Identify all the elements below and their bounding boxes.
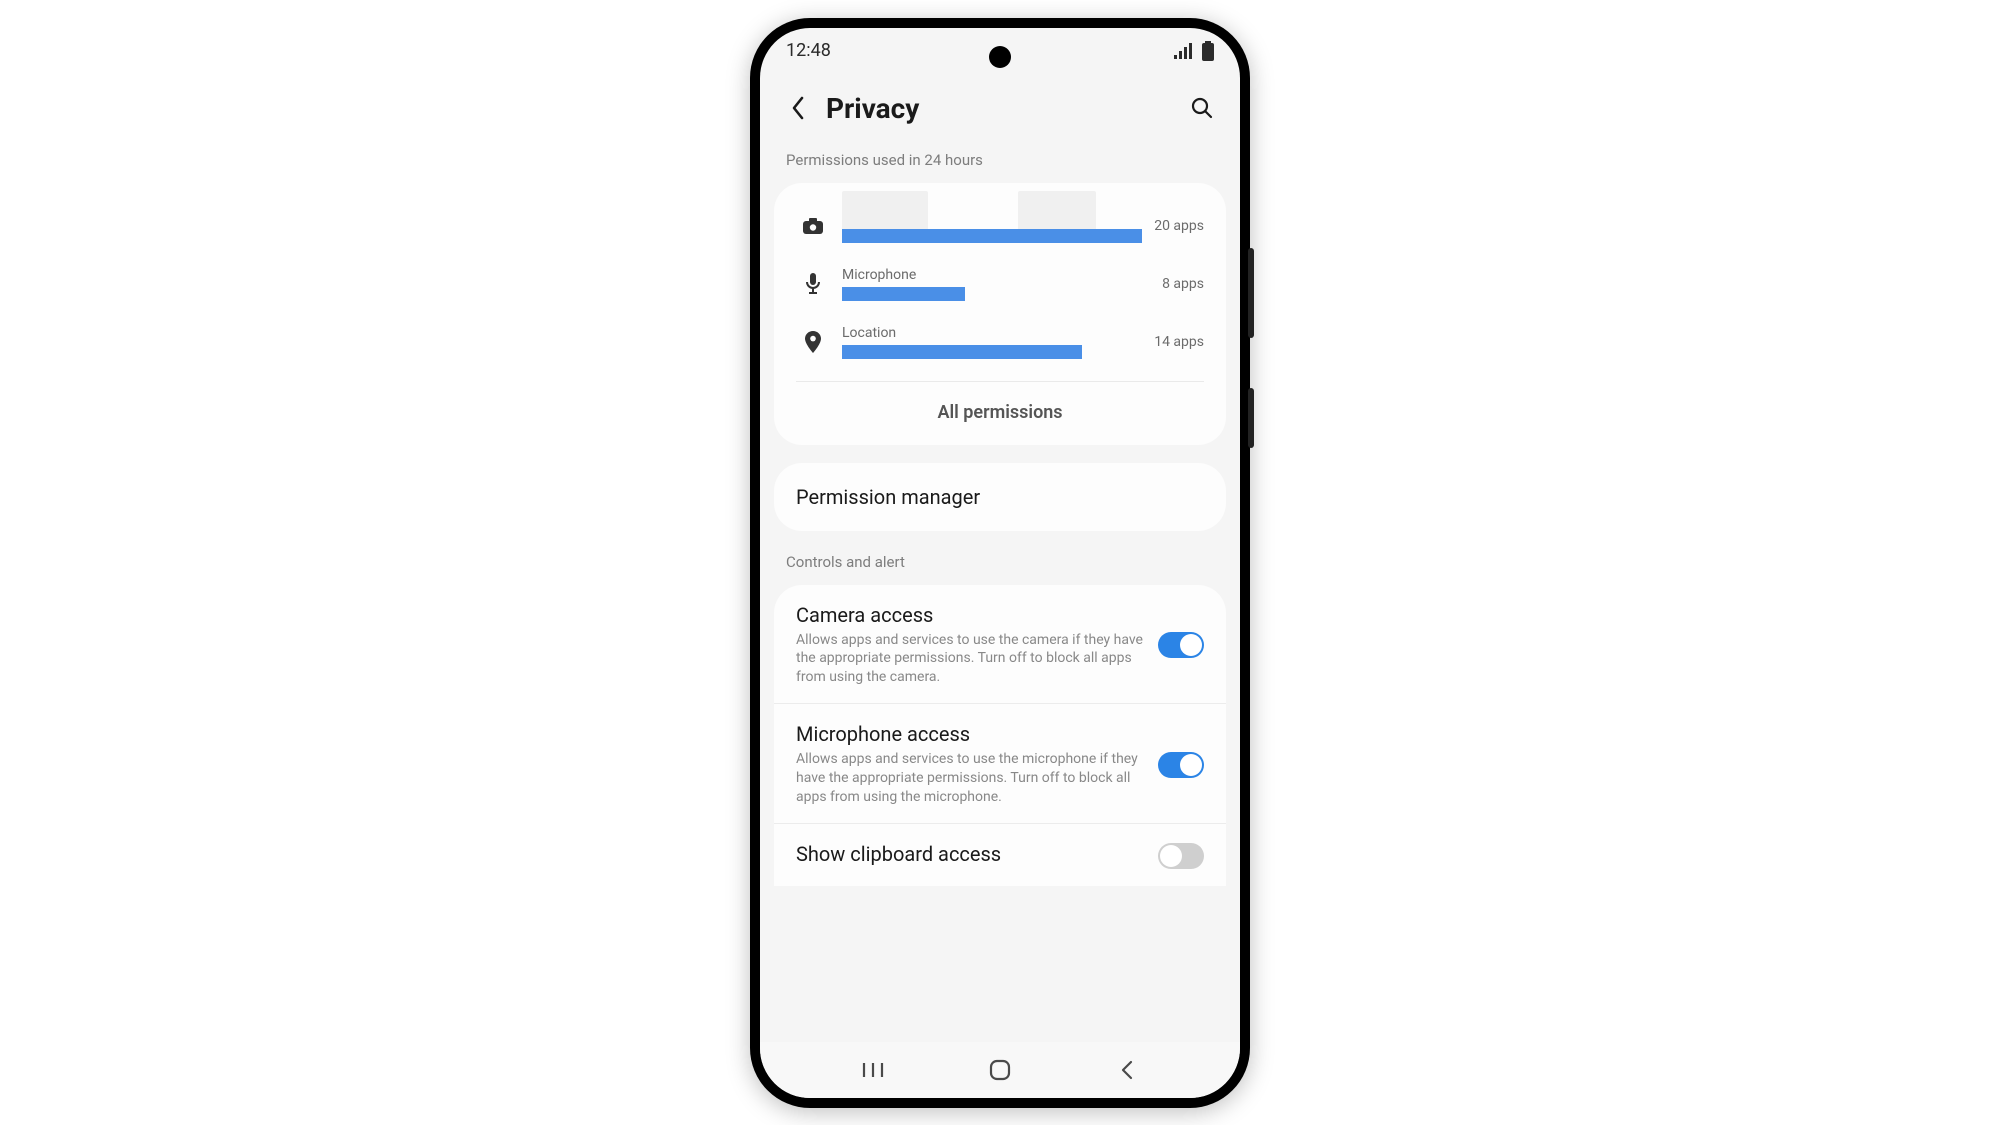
permission-row-camera[interactable]: Camera 20 apps xyxy=(774,199,1226,257)
battery-icon xyxy=(1202,41,1214,61)
toggle-microphone-access[interactable] xyxy=(1158,752,1204,778)
camera-icon xyxy=(796,218,830,234)
control-title: Microphone access xyxy=(796,722,1144,746)
nav-bar xyxy=(760,1042,1240,1098)
controls-label: Controls and alert xyxy=(760,549,1240,585)
signal-icon xyxy=(1174,43,1194,59)
control-desc: Allows apps and services to use the micr… xyxy=(796,750,1144,807)
camera-hole xyxy=(989,46,1011,68)
permission-name: Location xyxy=(842,325,1142,341)
screen: 12:48 Privacy xyxy=(760,28,1240,1098)
phone-frame: 12:48 Privacy xyxy=(750,18,1250,1108)
back-button[interactable] xyxy=(782,92,814,124)
clock: 12:48 xyxy=(786,40,831,61)
permission-manager-row[interactable]: Permission manager xyxy=(774,463,1226,531)
permission-count: 8 apps xyxy=(1162,276,1204,292)
controls-card: Camera access Allows apps and services t… xyxy=(774,585,1226,886)
control-row-clipboard-access[interactable]: Show clipboard access xyxy=(774,824,1226,886)
nav-home-button[interactable] xyxy=(980,1050,1020,1090)
content: Permissions used in 24 hours Camera xyxy=(760,147,1240,1039)
all-permissions-button[interactable]: All permissions xyxy=(774,382,1226,445)
power-button[interactable] xyxy=(1248,388,1254,448)
permission-bar xyxy=(842,287,965,301)
permission-name: Microphone xyxy=(842,267,1150,283)
volume-button[interactable] xyxy=(1248,248,1254,338)
nav-recents-button[interactable] xyxy=(853,1050,893,1090)
permission-bar xyxy=(842,229,1142,243)
control-title: Show clipboard access xyxy=(796,842,1144,866)
search-button[interactable] xyxy=(1186,92,1218,124)
permission-count: 20 apps xyxy=(1154,218,1204,234)
control-title: Camera access xyxy=(796,603,1144,627)
microphone-icon xyxy=(796,273,830,295)
toggle-clipboard-access[interactable] xyxy=(1158,843,1204,869)
permission-row-microphone[interactable]: Microphone 8 apps xyxy=(774,257,1226,315)
location-icon xyxy=(796,331,830,353)
control-row-microphone-access[interactable]: Microphone access Allows apps and servic… xyxy=(774,704,1226,824)
dashboard-label: Permissions used in 24 hours xyxy=(760,147,1240,183)
permission-bar xyxy=(842,345,1082,359)
control-desc: Allows apps and services to use the came… xyxy=(796,631,1144,688)
header: Privacy xyxy=(760,74,1240,147)
page-title: Privacy xyxy=(826,92,919,125)
dashboard-card: Camera 20 apps Microphone xyxy=(774,183,1226,445)
permission-row-location[interactable]: Location 14 apps xyxy=(774,315,1226,373)
permission-count: 14 apps xyxy=(1154,334,1204,350)
control-row-camera-access[interactable]: Camera access Allows apps and services t… xyxy=(774,585,1226,705)
nav-back-button[interactable] xyxy=(1107,1050,1147,1090)
toggle-camera-access[interactable] xyxy=(1158,632,1204,658)
